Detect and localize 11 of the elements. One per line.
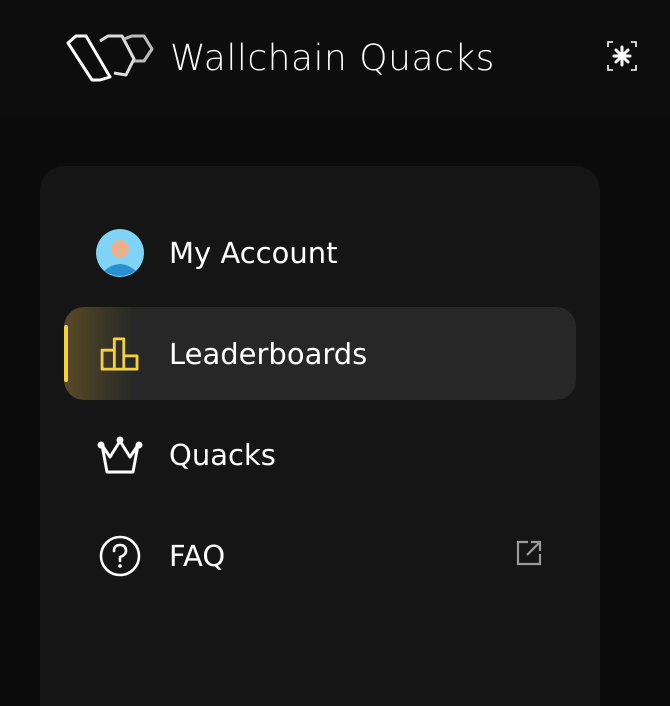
logo-icon [64, 33, 154, 83]
help-icon [99, 534, 141, 576]
brand-name: Wallchain Quacks [170, 38, 495, 78]
snowflake-icon[interactable] [606, 40, 638, 72]
menu-item[interactable]: FAQ [64, 509, 576, 602]
avatar-icon [96, 228, 144, 276]
menu-item[interactable]: My Account [64, 206, 576, 299]
menu-item[interactable]: Leaderboards [64, 307, 576, 400]
menu-item[interactable]: Quacks [64, 408, 576, 501]
crown-icon [97, 434, 143, 474]
bar-chart-icon [99, 336, 141, 370]
